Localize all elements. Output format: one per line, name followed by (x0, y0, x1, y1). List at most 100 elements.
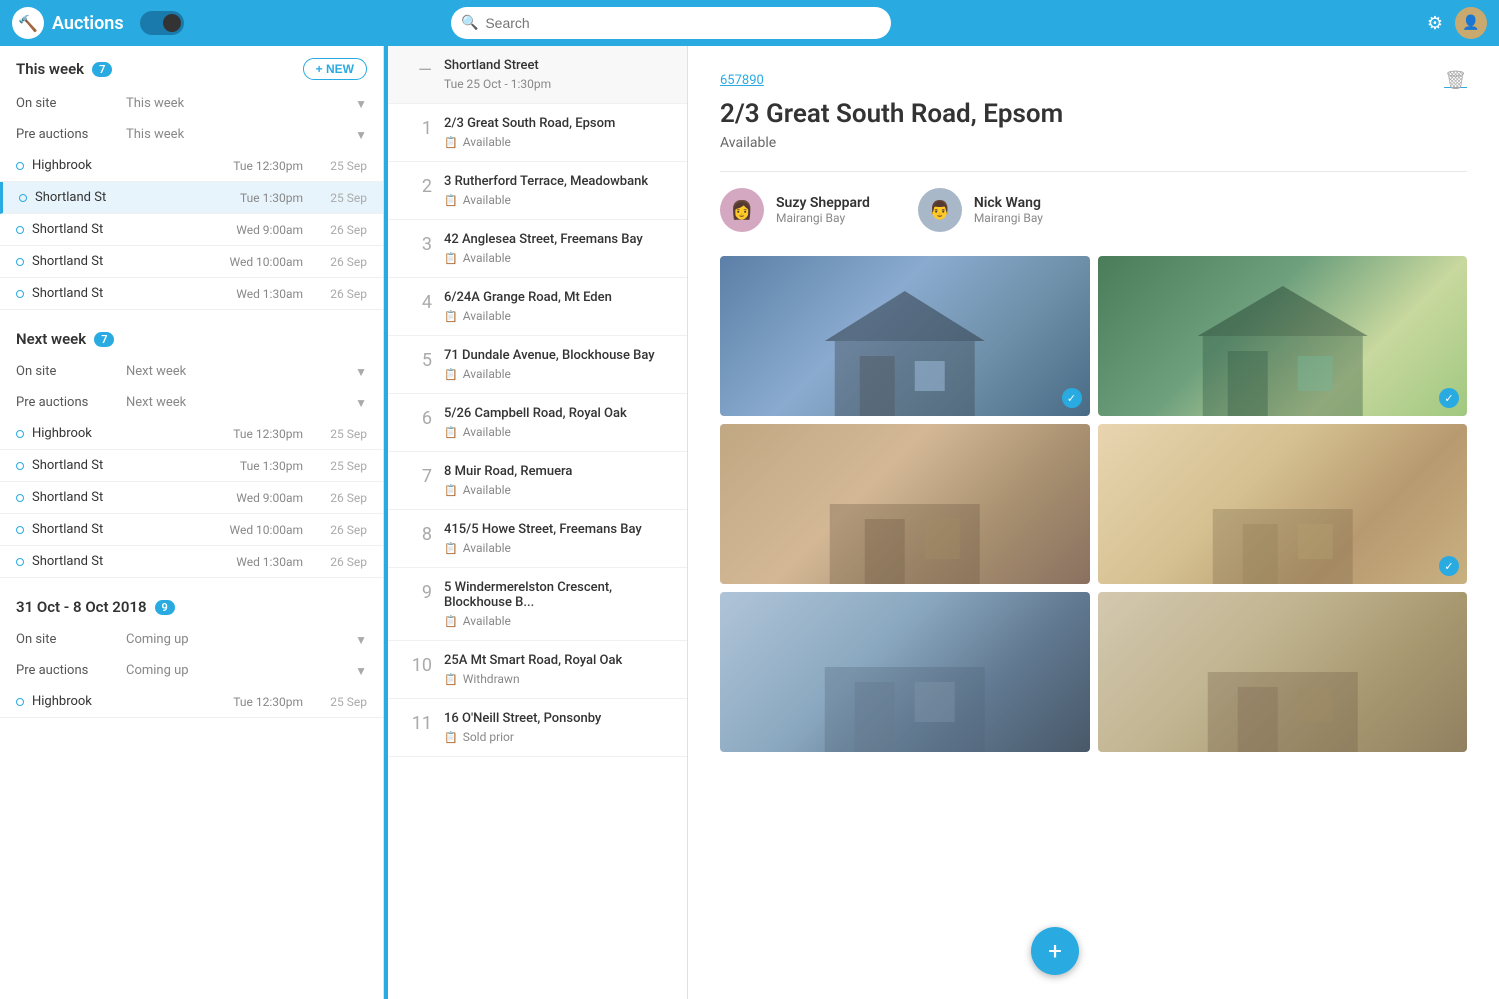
list-num: 9 (404, 580, 432, 603)
photo-thumb-4[interactable]: ✓ (1098, 424, 1468, 584)
list-item[interactable]: 3 42 Anglesea Street, Freemans Bay 📋 Ava… (388, 220, 687, 278)
sidebar-item[interactable]: Shortland St Wed 1:30am 26 Sep (0, 546, 383, 578)
agents-row: 👩 Suzy Sheppard Mairangi Bay 👨 Nick Wang… (720, 188, 1467, 232)
photo-thumb-2[interactable]: ✓ (1098, 256, 1468, 416)
section-header-this-week: This week 7 + NEW (0, 46, 383, 88)
calendar-icon: 📋 (444, 542, 458, 555)
agent-avatar-2: 👨 (918, 188, 962, 232)
photo-thumb-3[interactable] (720, 424, 1090, 584)
this-week-badge: 7 (92, 62, 112, 77)
list-item[interactable]: 8 415/5 Howe Street, Freemans Bay 📋 Avai… (388, 510, 687, 568)
calendar-icon: 📋 (444, 310, 458, 323)
photo-grid-2: ✓ (720, 424, 1467, 584)
section-oct-range: 31 Oct - 8 Oct 2018 9 On site Coming up … (0, 586, 383, 718)
list-num: 11 (404, 711, 432, 734)
list-item[interactable]: 9 5 Windermerelston Crescent, Blockhouse… (388, 568, 687, 641)
photo-thumb-1[interactable]: ✓ (720, 256, 1090, 416)
category-pre-auctions-next-week[interactable]: Pre auctions Next week ▼ (0, 387, 383, 418)
main-content: This week 7 + NEW On site This week ▼ Pr… (0, 46, 1499, 999)
calendar-icon: 📋 (444, 136, 458, 149)
header-actions: ⚙ 👤 (1427, 7, 1487, 39)
chevron-icon: ▼ (355, 128, 367, 142)
list-item[interactable]: 4 6/24A Grange Road, Mt Eden 📋 Available (388, 278, 687, 336)
category-pre-auctions-coming[interactable]: Pre auctions Coming up ▼ (0, 655, 383, 686)
dot-icon (16, 226, 24, 234)
photo-check-icon: ✓ (1062, 388, 1082, 408)
sidebar-item[interactable]: Highbrook Tue 12:30pm 25 Sep (0, 418, 383, 450)
logo-icon: 🔨 (12, 7, 44, 39)
next-week-badge: 7 (94, 332, 114, 347)
calendar-icon: 📋 (444, 731, 458, 744)
app-title: Auctions (52, 13, 124, 34)
chevron-icon: ▼ (355, 664, 367, 678)
calendar-icon: 📋 (444, 615, 458, 628)
sidebar-item[interactable]: Shortland St Wed 9:00am 26 Sep (0, 214, 383, 246)
toggle-switch[interactable] (140, 11, 184, 35)
category-on-site-this-week[interactable]: On site This week ▼ (0, 88, 383, 119)
sidebar-item[interactable]: Highbrook Tue 12:30pm 25 Sep (0, 150, 383, 182)
sidebar-item[interactable]: Shortland St Tue 1:30pm 25 Sep (0, 450, 383, 482)
calendar-icon: 📋 (444, 426, 458, 439)
user-avatar[interactable]: 👤 (1455, 7, 1487, 39)
sidebar-item-active[interactable]: Shortland St Tue 1:30pm 25 Sep (0, 182, 383, 214)
agent-location-1: Mairangi Bay (776, 211, 870, 225)
photo-grid-3 (720, 592, 1467, 752)
property-id[interactable]: 657890 (720, 73, 764, 88)
sidebar: This week 7 + NEW On site This week ▼ Pr… (0, 46, 384, 999)
chevron-icon: ▼ (355, 396, 367, 410)
dot-icon (16, 430, 24, 438)
search-input[interactable] (451, 7, 891, 39)
category-pre-auctions-this-week[interactable]: Pre auctions This week ▼ (0, 119, 383, 150)
agent-location-2: Mairangi Bay (974, 211, 1043, 225)
dot-icon (16, 526, 24, 534)
list-item[interactable]: 11 16 O'Neill Street, Ponsonby 📋 Sold pr… (388, 699, 687, 757)
list-num: 2 (404, 174, 432, 197)
calendar-icon: 📋 (444, 673, 458, 686)
sidebar-item[interactable]: Shortland St Wed 10:00am 26 Sep (0, 514, 383, 546)
app-header: 🔨 Auctions 🔍 ⚙ 👤 (0, 0, 1499, 46)
list-num: 4 (404, 290, 432, 313)
list-item[interactable]: 6 5/26 Campbell Road, Royal Oak 📋 Availa… (388, 394, 687, 452)
photo-thumb-5[interactable] (720, 592, 1090, 752)
dot-icon (16, 162, 24, 170)
calendar-icon: 📋 (444, 252, 458, 265)
category-on-site-next-week[interactable]: On site Next week ▼ (0, 356, 383, 387)
list-num: 5 (404, 348, 432, 371)
divider (720, 171, 1467, 172)
list-item[interactable]: 2 3 Rutherford Terrace, Meadowbank 📋 Ava… (388, 162, 687, 220)
photo-check-icon: ✓ (1439, 556, 1459, 576)
agent-name-2: Nick Wang (974, 195, 1043, 211)
sidebar-item[interactable]: Shortland St Wed 1:30am 26 Sep (0, 278, 383, 310)
agent-2: 👨 Nick Wang Mairangi Bay (918, 188, 1043, 232)
section-title-this-week: This week 7 (16, 60, 112, 78)
list-item[interactable]: 10 25A Mt Smart Road, Royal Oak 📋 Withdr… (388, 641, 687, 699)
section-header-oct-range: 31 Oct - 8 Oct 2018 9 (0, 586, 383, 624)
list-panel: — Shortland Street Tue 25 Oct - 1:30pm 1… (388, 46, 688, 999)
list-item[interactable]: 1 2/3 Great South Road, Epsom 📋 Availabl… (388, 104, 687, 162)
dot-icon (16, 558, 24, 566)
search-icon: 🔍 (461, 15, 478, 31)
calendar-icon: 📋 (444, 194, 458, 207)
section-next-week: Next week 7 On site Next week ▼ Pre auct… (0, 318, 383, 578)
agent-1: 👩 Suzy Sheppard Mairangi Bay (720, 188, 870, 232)
list-item[interactable]: 5 71 Dundale Avenue, Blockhouse Bay 📋 Av… (388, 336, 687, 394)
sidebar-item[interactable]: Shortland St Wed 9:00am 26 Sep (0, 482, 383, 514)
list-item[interactable]: 7 8 Muir Road, Remuera 📋 Available (388, 452, 687, 510)
search-container: 🔍 (451, 7, 891, 39)
fab-button[interactable]: + (1031, 927, 1079, 975)
agent-name-1: Suzy Sheppard (776, 195, 870, 211)
dot-icon (16, 258, 24, 266)
photo-check-icon: ✓ (1439, 388, 1459, 408)
sidebar-item[interactable]: Shortland St Wed 10:00am 26 Sep (0, 246, 383, 278)
dot-icon (16, 462, 24, 470)
category-on-site-coming[interactable]: On site Coming up ▼ (0, 624, 383, 655)
photo-thumb-6[interactable] (1098, 592, 1468, 752)
list-num-dash: — (404, 58, 432, 81)
section-title-next-week: Next week 7 (16, 330, 114, 348)
app-logo: 🔨 Auctions (12, 7, 124, 39)
settings-icon[interactable]: ⚙ (1427, 13, 1443, 34)
sidebar-item[interactable]: Highbrook Tue 12:30pm 25 Sep (0, 686, 383, 718)
list-header-entry[interactable]: — Shortland Street Tue 25 Oct - 1:30pm (388, 46, 687, 104)
delete-icon[interactable]: 🗑 (1444, 70, 1467, 91)
new-button[interactable]: + NEW (303, 58, 367, 80)
